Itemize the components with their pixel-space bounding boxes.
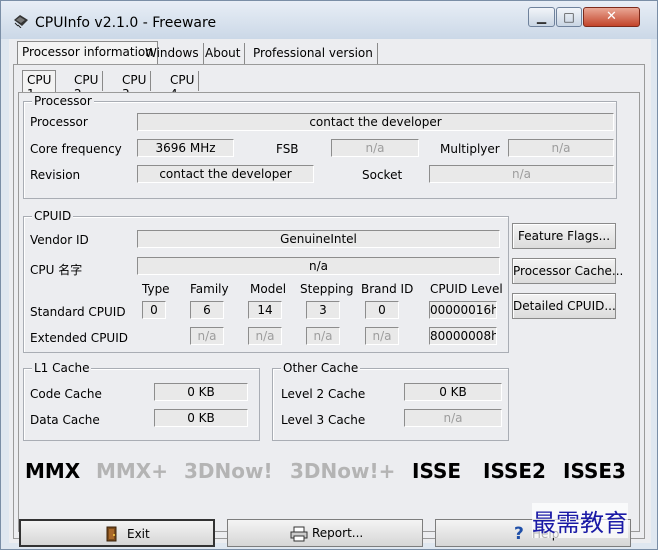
exit-label: Exit: [127, 527, 150, 541]
core-frequency-label: Core frequency: [30, 142, 122, 156]
multiplier-label: Multiplyer: [440, 142, 500, 156]
extended-family-field: n/a: [190, 327, 224, 345]
feature-isse2: ISSE2: [483, 459, 546, 483]
group-title: L1 Cache: [32, 361, 92, 375]
cpu-chip-icon: [14, 15, 28, 28]
extended-stepping-field: n/a: [306, 327, 340, 345]
standard-type-field: 0: [142, 301, 166, 319]
detailed-cpuid-button[interactable]: Detailed CPUID...: [512, 293, 616, 319]
close-icon: ✕: [606, 9, 617, 24]
tab-label: About: [205, 46, 241, 60]
tab-label: Windows: [145, 46, 199, 60]
extended-brand-id-field: n/a: [365, 327, 399, 345]
core-frequency-field: 3696 MHz: [137, 139, 234, 157]
tab-processor-information[interactable]: Processor information: [17, 41, 158, 65]
standard-cpuid-level-field: 00000016h: [429, 301, 497, 319]
revision-field: contact the developer: [137, 165, 314, 183]
exit-button[interactable]: Exit: [19, 519, 215, 547]
tab-label: Professional version: [253, 46, 373, 60]
standard-brand-id-field: 0: [365, 301, 399, 319]
col-brand-id-label: Brand ID: [361, 282, 414, 296]
level-2-cache-label: Level 2 Cache: [281, 387, 366, 401]
watermark: 最需教育: [532, 503, 628, 538]
extended-cpuid-label: Extended CPUID: [30, 331, 128, 345]
level-3-cache-label: Level 3 Cache: [281, 413, 366, 427]
processor-group: Processor Processor contact the develope…: [23, 94, 617, 199]
col-model-label: Model: [250, 282, 287, 296]
fsb-label: FSB: [276, 142, 299, 156]
level-2-cache-field: 0 KB: [404, 383, 502, 401]
fsb-field: n/a: [331, 139, 419, 157]
processor-label: Processor: [30, 115, 88, 129]
tab-cpu-1[interactable]: CPU 1: [22, 70, 57, 101]
group-title: Other Cache: [281, 361, 361, 375]
printer-icon: [290, 526, 308, 542]
tab-cpu-2[interactable]: CPU 2: [70, 71, 104, 101]
feature-3dnow: 3DNow!: [184, 459, 273, 483]
close-button[interactable]: ✕: [583, 7, 640, 27]
col-family-label: Family: [190, 282, 229, 296]
standard-family-field: 6: [190, 301, 224, 319]
vendor-id-field: GenuineIntel: [137, 230, 500, 248]
feature-3dnow-plus: 3DNow!+: [290, 459, 396, 483]
col-stepping-label: Stepping: [300, 282, 354, 296]
cpu-name-label: CPU 名字: [30, 263, 83, 277]
report-label: Report...: [312, 526, 364, 540]
col-type-label: Type: [142, 282, 170, 296]
data-cache-label: Data Cache: [30, 413, 100, 427]
col-cpuid-level-label: CPUID Level: [430, 282, 503, 296]
processor-field: contact the developer: [137, 113, 614, 131]
tab-cpu-4[interactable]: CPU 4: [166, 71, 200, 101]
extended-cpuid-level-field: 80000008h: [429, 327, 497, 345]
code-cache-label: Code Cache: [30, 387, 102, 401]
window-title: CPUInfo v2.1.0 - Freeware: [35, 15, 217, 31]
other-cache-group: Other Cache Level 2 Cache 0 KB Level 3 C…: [272, 361, 509, 441]
feature-mmx-plus: MMX+: [96, 459, 168, 483]
title-bar[interactable]: CPUInfo v2.1.0 - Freeware ▁ □ ✕: [1, 1, 657, 39]
maximize-button[interactable]: □: [556, 7, 582, 27]
level-3-cache-field: n/a: [404, 409, 502, 427]
tab-about[interactable]: About: [201, 43, 246, 65]
socket-field: n/a: [429, 165, 614, 183]
feature-flags-button[interactable]: Feature Flags...: [512, 223, 616, 249]
report-button[interactable]: Report...: [227, 519, 423, 547]
socket-label: Socket: [362, 168, 403, 182]
l1-cache-group: L1 Cache Code Cache 0 KB Data Cache 0 KB: [23, 361, 260, 441]
tab-windows[interactable]: Windows: [141, 43, 204, 65]
tab-label: Processor information: [22, 45, 153, 59]
app-window: CPUInfo v2.1.0 - Freeware ▁ □ ✕ Processo…: [0, 0, 658, 550]
processor-cache-button[interactable]: Processor Cache...: [512, 258, 623, 284]
group-title: Processor: [32, 94, 94, 108]
tab-cpu-3[interactable]: CPU 3: [118, 71, 152, 101]
feature-isse3: ISSE3: [563, 459, 626, 483]
minimize-icon: ▁: [536, 10, 547, 24]
minimize-button[interactable]: ▁: [528, 7, 555, 27]
standard-model-field: 14: [248, 301, 282, 319]
feature-isse: ISSE: [412, 459, 462, 483]
vendor-id-label: Vendor ID: [30, 233, 89, 247]
standard-stepping-field: 3: [306, 301, 340, 319]
data-cache-field: 0 KB: [154, 409, 248, 427]
door-exit-icon: [106, 526, 117, 542]
tab-professional-version[interactable]: Professional version: [249, 43, 378, 65]
help-question-icon: ?: [514, 524, 524, 544]
cpuid-group: CPUID Vendor ID GenuineIntel CPU 名字 n/a …: [23, 209, 509, 353]
code-cache-field: 0 KB: [154, 383, 248, 401]
revision-label: Revision: [30, 168, 81, 182]
maximize-icon: □: [563, 10, 575, 24]
extended-model-field: n/a: [248, 327, 282, 345]
client-area: Processor information Windows About Prof…: [9, 39, 651, 547]
cpu-name-field: n/a: [137, 257, 500, 275]
multiplier-field: n/a: [508, 139, 614, 157]
feature-mmx: MMX: [25, 459, 81, 483]
group-title: CPUID: [32, 209, 74, 223]
standard-cpuid-label: Standard CPUID: [30, 305, 126, 319]
